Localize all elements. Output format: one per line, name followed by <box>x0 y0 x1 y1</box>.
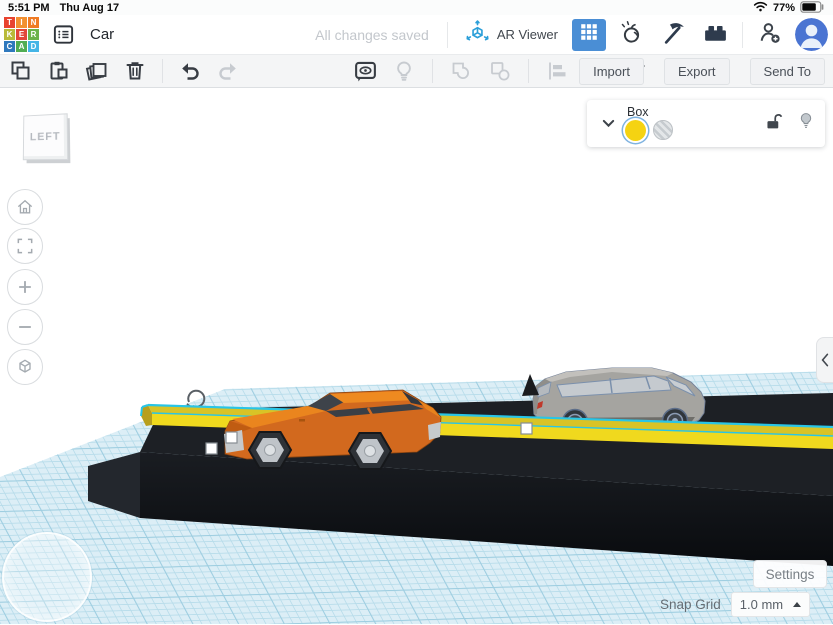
snap-grid-value: 1.0 mm <box>739 597 784 612</box>
chevron-down-icon <box>602 119 614 128</box>
import-button[interactable]: Import <box>579 57 644 85</box>
plus-icon <box>19 281 31 293</box>
account-avatar[interactable] <box>795 18 828 51</box>
logo-tile: N <box>28 17 39 28</box>
duplicate-button[interactable] <box>84 58 110 84</box>
logo-tile: E <box>16 29 27 40</box>
mode-3d-editor-button[interactable] <box>572 18 606 51</box>
shape-inspector-panel: Box <box>587 100 825 147</box>
toolbar-divider <box>432 59 433 83</box>
logo-tile: D <box>28 41 39 52</box>
header-divider <box>446 21 448 48</box>
design-title[interactable]: Car <box>90 26 114 43</box>
car-door-handle <box>299 419 305 422</box>
invite-people-button[interactable] <box>753 19 787 51</box>
ar-cube-icon <box>464 19 491 51</box>
header-divider <box>742 21 743 48</box>
wifi-icon <box>753 1 768 15</box>
status-time: 5:51 PM <box>8 2 50 14</box>
logo-tile: K <box>4 29 15 40</box>
undo-button[interactable] <box>177 58 203 84</box>
mode-sim-lab-button[interactable] <box>614 19 648 51</box>
tinkercad-logo[interactable]: T I N K E R C A D <box>4 17 39 52</box>
unlock-icon[interactable] <box>764 112 783 136</box>
chevron-left-icon <box>821 353 829 367</box>
viewport[interactable]: LEFT Box Settings Snap Grid 1.0 mm <box>0 88 833 625</box>
battery-percent: 77% <box>772 2 795 14</box>
collapse-panel-button[interactable] <box>597 113 619 135</box>
view-cube[interactable]: LEFT <box>22 113 69 161</box>
show-hide-button[interactable] <box>352 58 378 84</box>
show-all-bulb-button[interactable] <box>391 58 417 84</box>
snap-grid-label: Snap Grid <box>660 597 721 612</box>
caret-up-icon <box>792 602 801 607</box>
copy-button[interactable] <box>8 58 34 84</box>
minus-icon <box>19 326 31 328</box>
open-shapes-panel-tab[interactable] <box>816 337 833 383</box>
save-status: All changes saved <box>315 26 429 43</box>
bouncing-apple-icon <box>618 19 644 50</box>
design-menu-icon[interactable] <box>51 23 76 46</box>
toolbar-divider <box>528 59 529 83</box>
logo-tile: T <box>4 17 15 28</box>
ungroup-button[interactable] <box>487 58 513 84</box>
selection-handle[interactable] <box>520 422 533 435</box>
delete-button[interactable] <box>122 58 148 84</box>
hole-swatch[interactable] <box>653 120 673 140</box>
home-icon <box>17 199 33 214</box>
export-button[interactable]: Export <box>663 57 730 85</box>
fit-view-icon <box>17 238 33 254</box>
car-rear-wheel <box>347 432 393 470</box>
ar-viewer-label: AR Viewer <box>496 27 558 42</box>
logo-tile: A <box>16 41 27 52</box>
redo-button[interactable] <box>215 58 241 84</box>
mode-bricks-button[interactable] <box>698 19 732 51</box>
mode-blocks-button[interactable] <box>656 19 690 51</box>
app-header: T I N K E R C A D Car All changes saved … <box>0 15 833 55</box>
align-button[interactable] <box>544 58 570 84</box>
status-bar: 5:51 PM Thu Aug 17 77% <box>0 0 833 15</box>
selection-handle[interactable] <box>205 442 218 455</box>
perspective-cube-icon <box>19 359 31 373</box>
paste-button[interactable] <box>46 58 72 84</box>
color-swatch-selected[interactable] <box>625 119 646 141</box>
home-view-button[interactable] <box>7 189 43 225</box>
hide-bulb-icon[interactable] <box>797 111 815 136</box>
fit-view-button[interactable] <box>7 228 43 264</box>
status-date: Thu Aug 17 <box>59 2 120 14</box>
snap-grid-control: Snap Grid 1.0 mm <box>660 592 810 617</box>
send-to-button[interactable]: Send To <box>749 57 825 85</box>
pickaxe-icon <box>660 19 687 51</box>
toolbar-divider <box>162 59 163 83</box>
zoom-out-button[interactable] <box>7 309 43 345</box>
car-front-wheel <box>247 431 293 469</box>
shape-name-label: Box <box>627 104 649 119</box>
orbit-touch-puck[interactable] <box>2 532 92 622</box>
edit-toolbar: Import Export Send To <box>0 55 833 88</box>
person-add-icon <box>757 19 784 51</box>
perspective-toggle-button[interactable] <box>7 349 43 385</box>
logo-tile: C <box>4 41 15 52</box>
ar-viewer-button[interactable]: AR Viewer <box>464 19 558 51</box>
tinkercad-app: 5:51 PM Thu Aug 17 77% T I N K E R C A D <box>0 0 833 625</box>
group-button[interactable] <box>448 58 474 84</box>
logo-tile: I <box>16 17 27 28</box>
grid-3x3-icon <box>578 21 600 48</box>
settings-button[interactable]: Settings <box>753 560 827 588</box>
logo-tile: R <box>28 29 39 40</box>
zoom-in-button[interactable] <box>7 269 43 305</box>
selection-handle[interactable] <box>225 431 238 444</box>
view-cube-face-label: LEFT <box>29 130 61 144</box>
battery-icon <box>800 0 825 16</box>
canvas-3d-scene[interactable] <box>0 88 833 625</box>
lego-brick-icon <box>702 19 729 51</box>
snap-grid-dropdown[interactable]: 1.0 mm <box>730 592 810 617</box>
